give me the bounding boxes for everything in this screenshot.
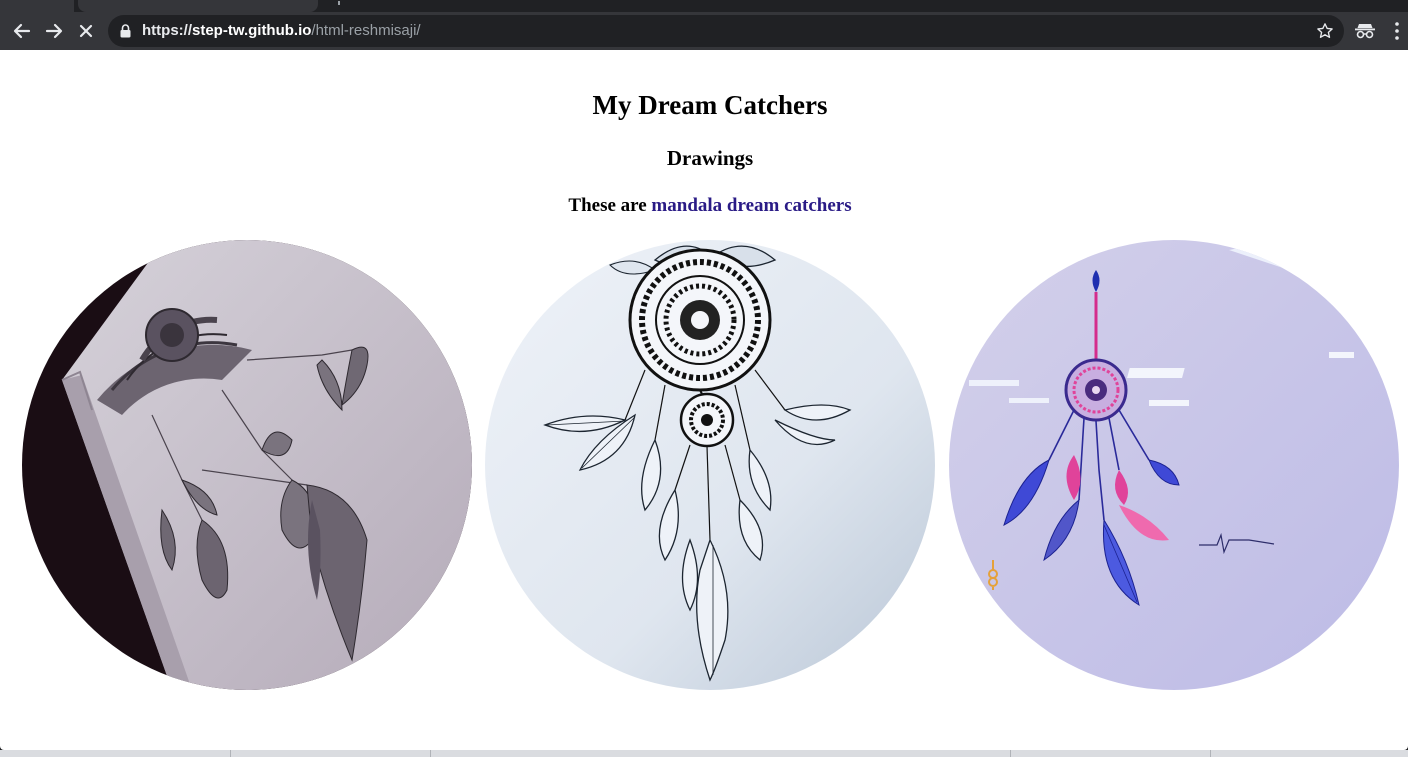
stop-loading-button[interactable] <box>72 17 100 45</box>
gallery-image-colored-dreamcatcher[interactable] <box>949 240 1399 690</box>
gallery-image-pencil-dreamcatcher[interactable] <box>22 240 472 690</box>
colored-dreamcatcher-illustration <box>949 240 1399 690</box>
browser-toolbar: https://step-tw.github.io/html-reshmisaj… <box>0 12 1408 50</box>
status-strip <box>0 750 1408 757</box>
tab-previous[interactable] <box>0 0 74 12</box>
tab-active[interactable] <box>78 0 318 12</box>
tab-strip <box>0 0 1408 12</box>
forward-button[interactable] <box>40 17 68 45</box>
caption-text: These are <box>568 195 652 216</box>
url-host: step-tw.github.io <box>192 22 312 39</box>
tab-next[interactable] <box>322 0 382 12</box>
url-path: /html-reshmisaji/ <box>311 22 421 39</box>
url-text[interactable]: https://step-tw.github.io/html-reshmisaj… <box>142 22 421 40</box>
page-subtitle: Drawings <box>666 146 754 170</box>
page-caption: These are mandala dream catchers <box>0 195 1408 217</box>
url-scheme: https:// <box>142 22 192 39</box>
bookmark-star-icon[interactable] <box>1316 22 1334 40</box>
address-bar[interactable]: https://step-tw.github.io/html-reshmisaj… <box>108 15 1344 47</box>
stop-loading-icon <box>79 24 93 38</box>
gallery-image-ink-dreamcatcher[interactable] <box>485 240 935 690</box>
back-button[interactable] <box>8 17 36 45</box>
lock-icon <box>120 24 131 38</box>
mandala-link[interactable]: mandala dream catchers <box>651 195 851 216</box>
page-title: My Dream Catchers <box>592 90 828 120</box>
back-arrow-icon <box>13 23 31 39</box>
ink-dreamcatcher-illustration <box>485 240 935 690</box>
incognito-icon[interactable] <box>1354 20 1376 40</box>
kebab-menu-icon[interactable] <box>1390 20 1404 42</box>
pencil-dreamcatcher-illustration <box>22 240 472 690</box>
page-viewport: My Dream Catchers Drawings These are man… <box>0 50 1408 750</box>
forward-arrow-icon <box>45 23 63 39</box>
